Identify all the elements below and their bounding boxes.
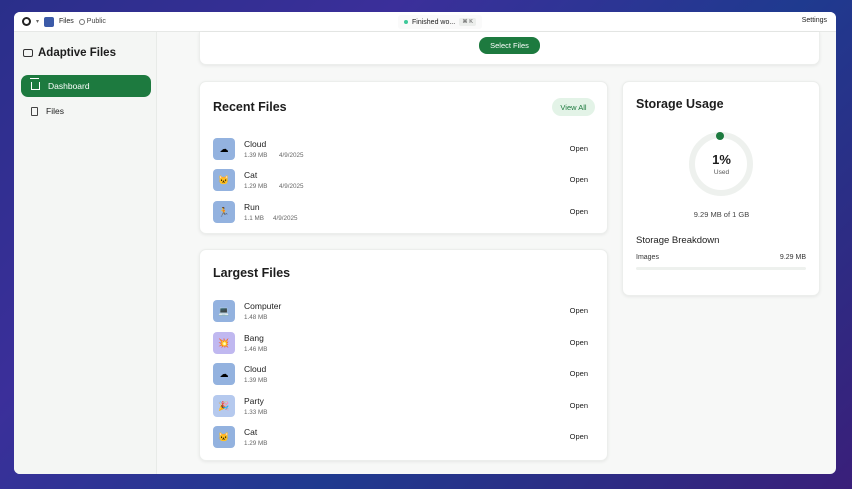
drive-icon xyxy=(23,49,33,57)
status-dot-icon xyxy=(404,20,408,24)
visibility-label: Public xyxy=(86,18,106,25)
chevron-down-icon[interactable]: ▾ xyxy=(36,18,39,25)
list-item[interactable]: 🏃 Run 1.1 MB 4/9/2025 Open xyxy=(213,199,595,227)
open-button[interactable]: Open xyxy=(570,401,588,410)
usage-label: Used xyxy=(713,169,730,176)
upload-card: Select Files xyxy=(199,32,820,65)
list-item[interactable]: ☁ Cloud 1.39 MB 4/9/2025 Open xyxy=(213,136,595,164)
brand: Adaptive Files xyxy=(23,47,116,59)
open-button[interactable]: Open xyxy=(570,338,588,347)
file-date: 4/9/2025 xyxy=(273,215,298,222)
file-name: Run xyxy=(244,202,260,212)
party-icon: 🎉 xyxy=(213,395,235,417)
sidebar-item-label: Dashboard xyxy=(48,81,90,91)
storage-usage-card: Storage Usage 1% Used 9.29 MB of 1 GB St… xyxy=(622,81,820,296)
view-all-button[interactable]: View All xyxy=(552,98,595,116)
open-button[interactable]: Open xyxy=(570,207,588,216)
file-name: Bang xyxy=(244,333,264,343)
file-name: Cloud xyxy=(244,139,267,149)
file-size: 1.39 MB xyxy=(244,152,268,159)
file-size: 1.46 MB xyxy=(244,346,268,353)
settings-link[interactable]: Settings xyxy=(802,17,827,24)
select-files-button[interactable]: Select Files xyxy=(479,37,540,54)
file-size: 1.29 MB xyxy=(244,440,268,447)
status-pill[interactable]: Finished wo... ⌘ K xyxy=(398,15,482,29)
usage-total: 9.29 MB of 1 GB xyxy=(693,210,750,219)
recent-files-title: Recent Files xyxy=(213,100,287,114)
cloud-icon: ☁ xyxy=(213,138,235,160)
shortcut-badge: ⌘ K xyxy=(459,18,476,26)
sidebar: Adaptive Files Dashboard Files xyxy=(14,32,157,474)
file-icon xyxy=(31,106,38,116)
file-name: Computer xyxy=(244,301,282,311)
file-size: 1.39 MB xyxy=(244,377,268,384)
top-bar: ▾ Files Public Finished wo... ⌘ K Settin… xyxy=(14,12,836,32)
list-item[interactable]: 🐱 Cat 1.29 MB Open xyxy=(213,424,595,452)
cat-icon: 🐱 xyxy=(213,169,235,191)
list-item[interactable]: 🐱 Cat 1.29 MB 4/9/2025 Open xyxy=(213,167,595,195)
file-name: Party xyxy=(244,396,264,406)
list-item[interactable]: 🎉 Party 1.33 MB Open xyxy=(213,393,595,421)
computer-icon: 💻 xyxy=(213,300,235,322)
largest-files-title: Largest Files xyxy=(213,266,291,280)
file-date: 4/9/2025 xyxy=(279,152,304,159)
recent-files-card: Recent Files View All ☁ Cloud 1.39 MB 4/… xyxy=(199,81,608,234)
file-size: 1.48 MB xyxy=(244,314,268,321)
open-button[interactable]: Open xyxy=(570,369,588,378)
visibility-badge[interactable]: Public xyxy=(78,18,106,25)
breakdown-value: 9.29 MB xyxy=(779,254,806,261)
largest-files-card: Largest Files 💻 Computer 1.48 MB Open 💥 … xyxy=(199,249,608,461)
app-window: ▾ Files Public Finished wo... ⌘ K Settin… xyxy=(14,12,836,474)
sidebar-item-label: Files xyxy=(46,106,64,116)
brand-title: Adaptive Files xyxy=(38,47,116,59)
app-chip-icon xyxy=(44,16,55,27)
sidebar-item-files[interactable]: Files xyxy=(21,100,151,122)
runner-icon: 🏃 xyxy=(213,201,235,223)
cloud-icon: ☁ xyxy=(213,363,235,385)
home-icon xyxy=(31,82,40,90)
breakdown-bar xyxy=(636,267,806,270)
cat-icon: 🐱 xyxy=(213,426,235,448)
open-button[interactable]: Open xyxy=(570,306,588,315)
file-name: Cat xyxy=(244,427,258,437)
storage-breakdown-title: Storage Breakdown xyxy=(636,235,720,246)
file-name: Cat xyxy=(244,170,258,180)
globe-icon xyxy=(78,18,85,25)
open-button[interactable]: Open xyxy=(570,144,588,153)
usage-ring-indicator xyxy=(716,132,724,140)
status-text: Finished wo... xyxy=(412,18,456,26)
open-button[interactable]: Open xyxy=(570,175,588,184)
sidebar-item-dashboard[interactable]: Dashboard xyxy=(21,75,151,97)
app-name[interactable]: Files xyxy=(59,18,74,25)
usage-percent: 1% xyxy=(712,152,731,167)
open-button[interactable]: Open xyxy=(570,432,588,441)
file-size: 1.33 MB xyxy=(244,409,268,416)
file-name: Cloud xyxy=(244,364,267,374)
list-item[interactable]: 💥 Bang 1.46 MB Open xyxy=(213,330,595,358)
file-date: 4/9/2025 xyxy=(279,183,304,190)
bang-icon: 💥 xyxy=(213,332,235,354)
app-logo-icon[interactable] xyxy=(22,17,31,26)
file-size: 1.1 MB xyxy=(244,215,264,222)
list-item[interactable]: 💻 Computer 1.48 MB Open xyxy=(213,298,595,326)
list-item[interactable]: ☁ Cloud 1.39 MB Open xyxy=(213,361,595,389)
file-size: 1.29 MB xyxy=(244,183,268,190)
breakdown-label: Images xyxy=(636,254,659,261)
storage-usage-title: Storage Usage xyxy=(636,97,724,111)
